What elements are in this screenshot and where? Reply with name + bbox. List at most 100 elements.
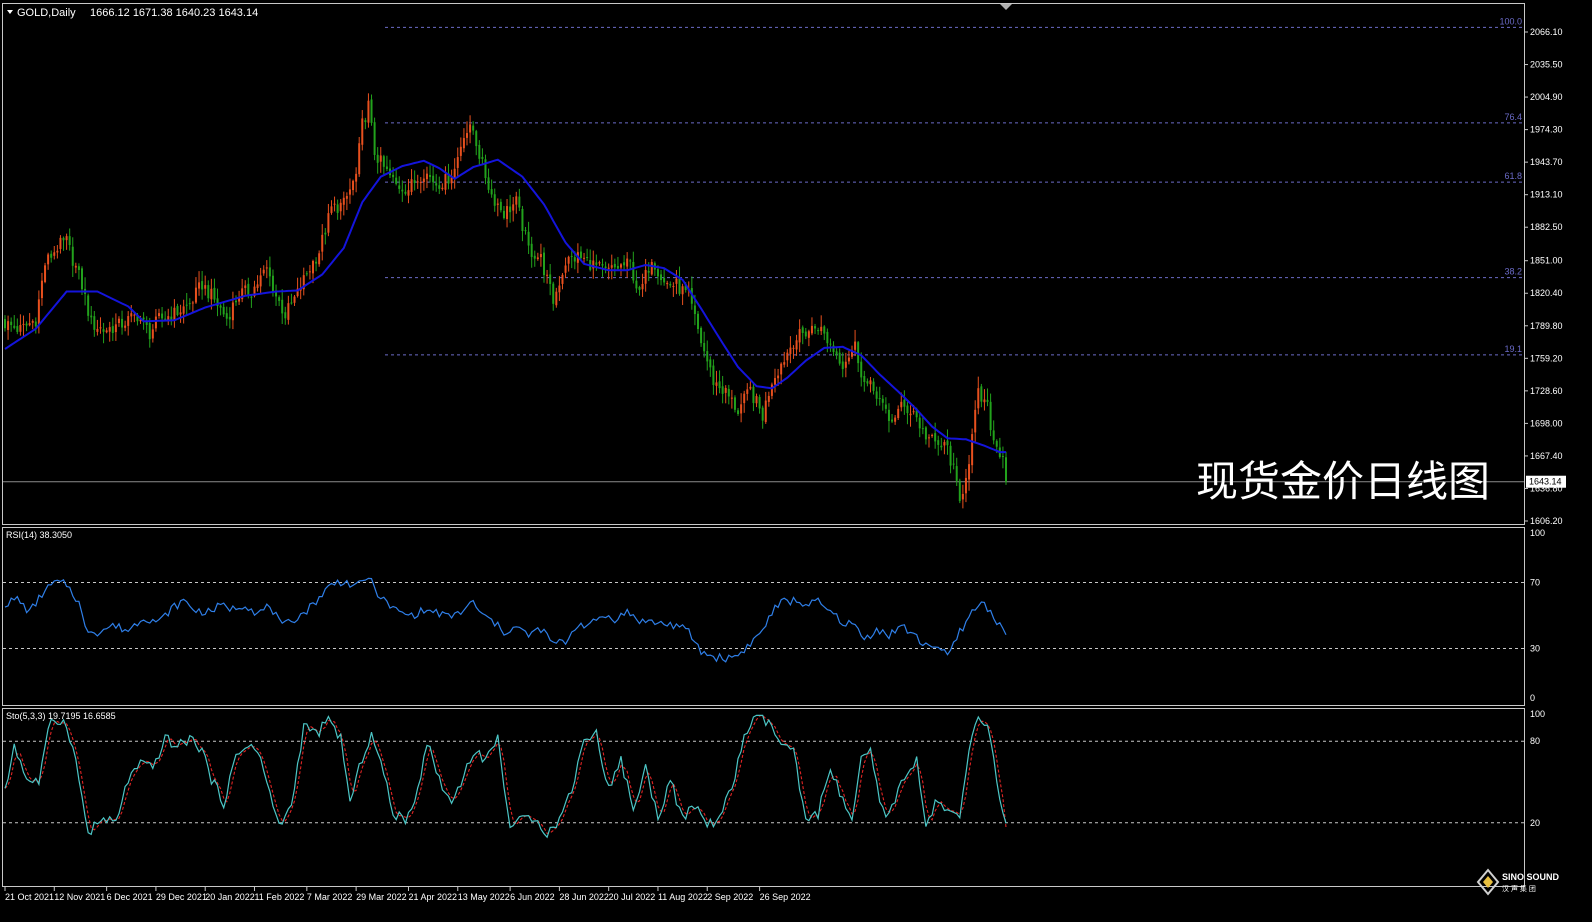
candle-body — [712, 365, 715, 385]
candle-body — [770, 384, 773, 396]
candle-body — [219, 305, 222, 308]
candle-body — [872, 381, 875, 391]
candle-body — [370, 99, 373, 123]
rsi-axis-label: 30 — [1530, 644, 1540, 654]
rsi-axis-label: 100 — [1530, 528, 1545, 538]
candle-body — [730, 397, 733, 399]
candle-body — [74, 265, 77, 268]
candle-body — [715, 382, 718, 386]
candle-body — [866, 381, 869, 384]
candle-body — [1005, 457, 1007, 482]
time-axis-label: 21 Apr 2022 — [408, 892, 457, 902]
candle-body — [31, 320, 34, 323]
price-axis-label: 1974.30 — [1530, 125, 1563, 135]
candle-body — [182, 306, 185, 314]
price-axis-label: 1913.10 — [1530, 190, 1563, 200]
candle-body — [441, 187, 444, 190]
candle-body — [225, 313, 228, 319]
candle-body — [176, 306, 179, 316]
candle-body — [158, 313, 160, 316]
time-axis-label: 20 Jan 2022 — [205, 892, 255, 902]
candle-body — [204, 285, 207, 289]
candle-body — [700, 327, 703, 344]
candle-body — [693, 305, 696, 315]
candle-body — [931, 435, 934, 437]
time-axis-label: 2 Sep 2022 — [707, 892, 753, 902]
candle-body — [25, 323, 28, 326]
candle-body — [250, 296, 253, 298]
candle-body — [995, 440, 998, 447]
candle-body — [644, 269, 647, 284]
candle-body — [521, 208, 524, 232]
candle-body — [558, 285, 561, 293]
candle-body — [891, 419, 894, 422]
candle-body — [478, 144, 481, 159]
candle-body — [466, 133, 468, 138]
candle-body — [56, 250, 59, 253]
candle-body — [392, 174, 395, 178]
candle-body — [133, 314, 136, 316]
candle-body — [724, 387, 727, 393]
candle-body — [518, 196, 521, 208]
candle-body — [906, 405, 909, 414]
candle-body — [527, 231, 530, 246]
candle-body — [638, 286, 641, 290]
candle-body — [761, 407, 764, 421]
candle-body — [875, 391, 878, 399]
candle-body — [401, 189, 404, 192]
candle-body — [111, 326, 114, 334]
candle-body — [903, 399, 906, 407]
candle-body — [373, 122, 376, 155]
candle-body — [312, 260, 314, 274]
candle-body — [626, 258, 629, 267]
candle-body — [410, 179, 413, 192]
logo-text: SINO SOUND — [1502, 872, 1560, 882]
candle-body — [265, 267, 268, 269]
candle-body — [262, 269, 265, 274]
candle-body — [986, 399, 989, 402]
candle-body — [727, 388, 730, 397]
candle-body — [336, 204, 339, 213]
candle-body — [222, 306, 225, 315]
candle-body — [530, 243, 533, 257]
chart-window[interactable]: 100.0 76.4 61.8 38.2 19.1 RSI(14) 38.3050 St… — [0, 0, 1592, 922]
candle-body — [117, 318, 120, 324]
candle-body — [632, 261, 635, 281]
candle-body — [99, 327, 102, 329]
candle-body — [355, 173, 358, 182]
candle-body — [179, 312, 182, 315]
price-axis-label: 1789.80 — [1530, 321, 1563, 331]
candle-body — [884, 404, 887, 409]
fib-level-label: 100.0 — [1499, 16, 1522, 26]
candle-body — [613, 263, 616, 268]
chart-svg[interactable]: 100.0 76.4 61.8 38.2 19.1 RSI(14) 38.3050 St… — [0, 0, 1592, 918]
candle-body — [878, 398, 881, 400]
candle-body — [308, 271, 311, 273]
price-axis-label: 1667.40 — [1530, 451, 1563, 461]
candle-body — [278, 297, 281, 301]
candle-body — [697, 313, 699, 330]
candle-body — [506, 206, 509, 220]
candle-body — [964, 477, 967, 494]
candle-body — [13, 325, 16, 328]
candle-body — [385, 166, 388, 169]
candle-body — [50, 253, 53, 258]
candle-body — [247, 283, 250, 296]
sto-axis-label: 20 — [1530, 818, 1540, 828]
price-axis-label: 1698.00 — [1530, 418, 1563, 428]
candle-body — [924, 427, 927, 440]
candle-body — [68, 236, 71, 246]
candle-body — [352, 180, 355, 191]
time-axis-label: 26 Sep 2022 — [760, 892, 811, 902]
candle-body — [318, 253, 321, 265]
candle-body — [268, 267, 271, 277]
time-axis-label: 6 Dec 2021 — [107, 892, 153, 902]
candle-body — [327, 213, 330, 233]
candle-body — [194, 287, 197, 303]
candle-body — [663, 278, 666, 283]
candle-body — [881, 398, 884, 403]
candle-body — [721, 386, 724, 394]
candle-body — [108, 327, 111, 332]
candle-body — [130, 313, 133, 317]
candle-body — [709, 359, 712, 368]
